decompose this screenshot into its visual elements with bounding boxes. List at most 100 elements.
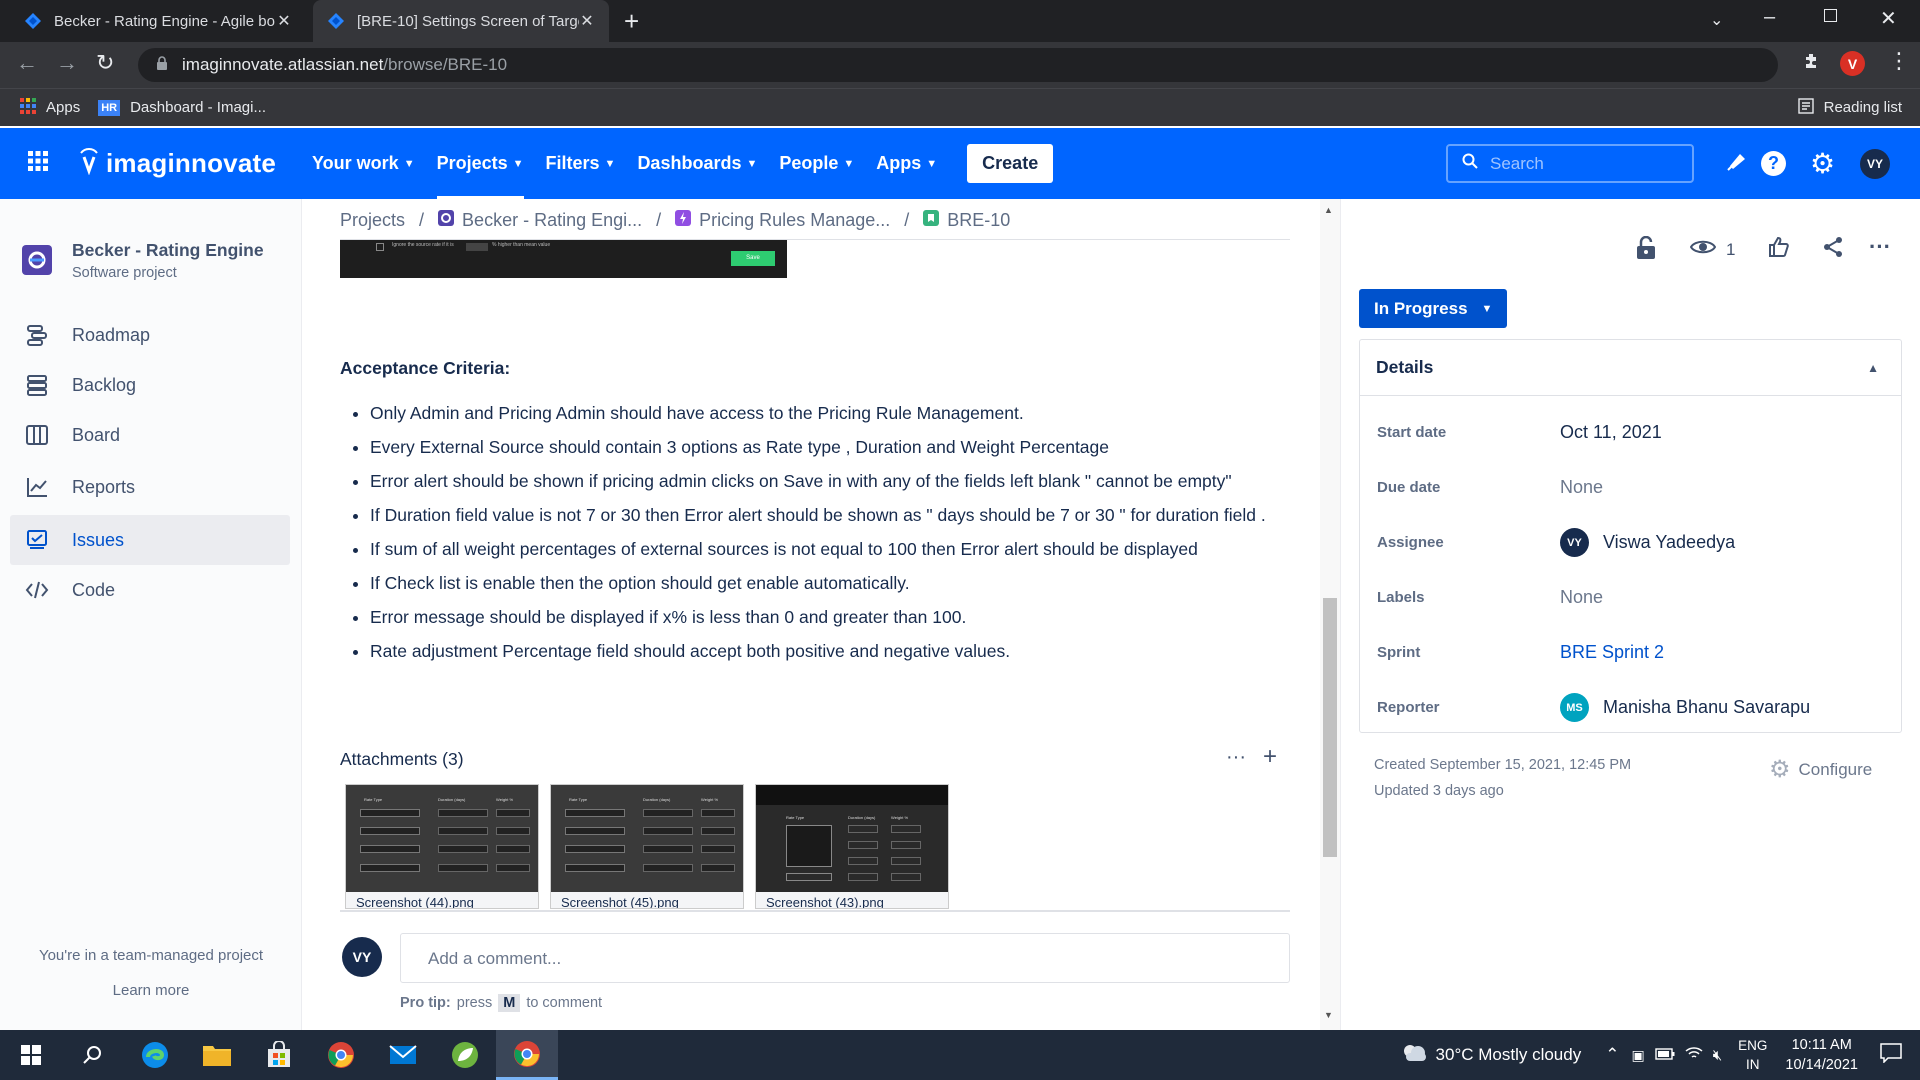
bookmark-dashboard[interactable]: HR Dashboard - Imagi...: [98, 99, 266, 116]
main-scrollbar[interactable]: ▲ ▼: [1320, 199, 1340, 1030]
browser-tab-issue[interactable]: [BRE-10] Settings Screen of Targe ✕: [313, 0, 609, 42]
add-attachment-icon[interactable]: +: [1263, 743, 1277, 771]
attachment-thumbnail[interactable]: Rate Type Duration (days) Weight % Scree…: [755, 784, 949, 909]
windows-start-icon[interactable]: [0, 1030, 62, 1080]
nav-people[interactable]: People ▼: [779, 128, 854, 199]
app-leaf-icon[interactable]: [434, 1030, 496, 1080]
details-header[interactable]: Details ▲: [1360, 340, 1901, 396]
nav-apps[interactable]: Apps ▼: [876, 128, 937, 199]
project-name[interactable]: Becker - Rating Engine: [72, 240, 264, 261]
settings-gear-icon[interactable]: ⚙: [1810, 147, 1835, 180]
clock[interactable]: 10:11 AM 10/14/2021: [1785, 1035, 1858, 1075]
chrome-active-icon[interactable]: [496, 1030, 558, 1080]
breadcrumb-epic[interactable]: Pricing Rules Manage...: [699, 210, 890, 231]
breadcrumb-projects[interactable]: Projects: [340, 210, 405, 231]
url-bar[interactable]: imaginnovate.atlassian.net/browse/BRE-10: [138, 48, 1778, 82]
field-value[interactable]: None: [1560, 477, 1603, 498]
watcher-count: 1: [1726, 239, 1736, 259]
lock-icon[interactable]: [1635, 235, 1657, 265]
meet-now-icon[interactable]: ▣: [1631, 1047, 1644, 1064]
tray-chevron-up-icon[interactable]: ⌃: [1605, 1045, 1619, 1065]
nav-dashboards[interactable]: Dashboards ▼: [637, 128, 757, 199]
back-icon[interactable]: ←: [16, 50, 38, 76]
brand-logo[interactable]: imaginnovate: [78, 147, 276, 180]
updated-timestamp: Updated 3 days ago: [1374, 783, 1504, 799]
thumb-field: [643, 827, 693, 835]
file-explorer-icon[interactable]: [186, 1030, 248, 1080]
project-avatar-icon[interactable]: [22, 245, 52, 275]
search-input[interactable]: Search: [1446, 144, 1694, 183]
thumb-col-header: Duration (days): [848, 815, 876, 820]
extensions-icon[interactable]: [1802, 51, 1822, 71]
new-tab-icon[interactable]: +: [624, 6, 639, 37]
tab-search-chevron-icon[interactable]: ⌄: [1710, 10, 1723, 30]
taskbar-search-icon[interactable]: [62, 1030, 124, 1080]
close-tab-icon[interactable]: ✕: [276, 11, 292, 31]
wifi-icon[interactable]: [1685, 1045, 1703, 1065]
weather-text[interactable]: 30°C Mostly cloudy: [1436, 1045, 1582, 1065]
reporter-value[interactable]: MS Manisha Bhanu Savarapu: [1560, 693, 1810, 722]
profile-avatar[interactable]: V: [1840, 51, 1865, 76]
mail-icon[interactable]: [372, 1030, 434, 1080]
scrollbar-thumb[interactable]: [1323, 598, 1337, 857]
chevron-down-icon: ▼: [403, 157, 415, 170]
breadcrumb-project[interactable]: Becker - Rating Engi...: [462, 210, 642, 231]
field-value[interactable]: Oct 11, 2021: [1560, 422, 1662, 443]
sidebar-item-backlog[interactable]: Backlog: [10, 360, 290, 410]
bookmark-apps[interactable]: Apps: [20, 97, 80, 118]
scroll-up-icon[interactable]: ▲: [1324, 205, 1333, 215]
window-close-icon[interactable]: ✕: [1880, 6, 1897, 31]
volume-muted-icon[interactable]: 🔇︎: [1713, 1047, 1722, 1064]
more-actions-icon[interactable]: ···: [1869, 234, 1891, 260]
battery-icon[interactable]: [1655, 1045, 1675, 1065]
breadcrumb-issue-key[interactable]: BRE-10: [947, 210, 1010, 231]
browser-menu-icon[interactable]: ⋮: [1888, 48, 1910, 74]
reading-list[interactable]: Reading list: [1797, 97, 1902, 118]
user-avatar[interactable]: VY: [1860, 149, 1890, 179]
thumbs-up-icon[interactable]: [1768, 236, 1790, 263]
attachment-thumbnail[interactable]: Rate Type Duration (days) Weight % Scree…: [345, 784, 539, 909]
store-icon[interactable]: [248, 1030, 310, 1080]
sidebar-item-board[interactable]: Board: [10, 410, 290, 460]
sidebar-item-code[interactable]: Code: [10, 565, 290, 615]
create-button[interactable]: Create: [967, 144, 1054, 183]
nav-projects[interactable]: Projects ▼: [436, 128, 524, 199]
assignee-value[interactable]: VY Viswa Yadeedya: [1560, 528, 1735, 557]
notification-center-icon[interactable]: [1880, 1042, 1902, 1068]
sidebar-item-roadmap[interactable]: Roadmap: [10, 310, 290, 360]
reload-icon[interactable]: ↻: [96, 50, 114, 76]
attachments-more-icon[interactable]: ···: [1226, 746, 1246, 769]
edge-icon[interactable]: [124, 1030, 186, 1080]
field-value[interactable]: None: [1560, 587, 1603, 608]
learn-more-link[interactable]: Learn more: [0, 982, 302, 999]
thumb-field: [496, 864, 530, 872]
sidebar-item-label: Roadmap: [72, 324, 151, 345]
app-switcher-icon[interactable]: [28, 151, 48, 176]
scroll-down-icon[interactable]: ▼: [1324, 1010, 1333, 1020]
epic-icon: [675, 210, 692, 231]
sidebar-item-issues[interactable]: Issues: [10, 515, 290, 565]
notifications-icon[interactable]: [1724, 148, 1750, 179]
sprint-link[interactable]: BRE Sprint 2: [1560, 642, 1664, 663]
sidebar-item-reports[interactable]: Reports: [10, 462, 290, 512]
issue-details-panel: 1 ··· In Progress ▼ Details ▲ Start date…: [1340, 199, 1920, 1030]
minimize-icon[interactable]: –: [1764, 6, 1775, 29]
weather-cloud-icon[interactable]: [1400, 1043, 1428, 1068]
nav-filters[interactable]: Filters ▼: [546, 128, 616, 199]
browser-tab-agile-board[interactable]: Becker - Rating Engine - Agile bo ✕: [10, 0, 306, 42]
configure-button[interactable]: ⚙ Configure: [1769, 755, 1872, 784]
language-indicator[interactable]: ENG IN: [1738, 1036, 1767, 1074]
description-image[interactable]: Ignore the source rate if it is % higher…: [340, 240, 787, 278]
nav-your-work[interactable]: Your work ▼: [312, 128, 415, 199]
forward-icon[interactable]: →: [56, 50, 78, 76]
comment-input[interactable]: Add a comment...: [400, 933, 1290, 983]
status-dropdown[interactable]: In Progress ▼: [1359, 289, 1508, 328]
watch-button[interactable]: 1: [1689, 238, 1736, 261]
share-icon[interactable]: [1822, 236, 1844, 263]
close-tab-icon[interactable]: ✕: [579, 11, 595, 31]
attachment-thumbnail[interactable]: Rate Type Duration (days) Weight % Scree…: [550, 784, 744, 909]
help-icon[interactable]: ?: [1761, 151, 1786, 176]
chevron-up-icon[interactable]: ▲: [1867, 361, 1879, 375]
restore-icon[interactable]: [1824, 9, 1837, 22]
chrome-icon[interactable]: [310, 1030, 372, 1080]
